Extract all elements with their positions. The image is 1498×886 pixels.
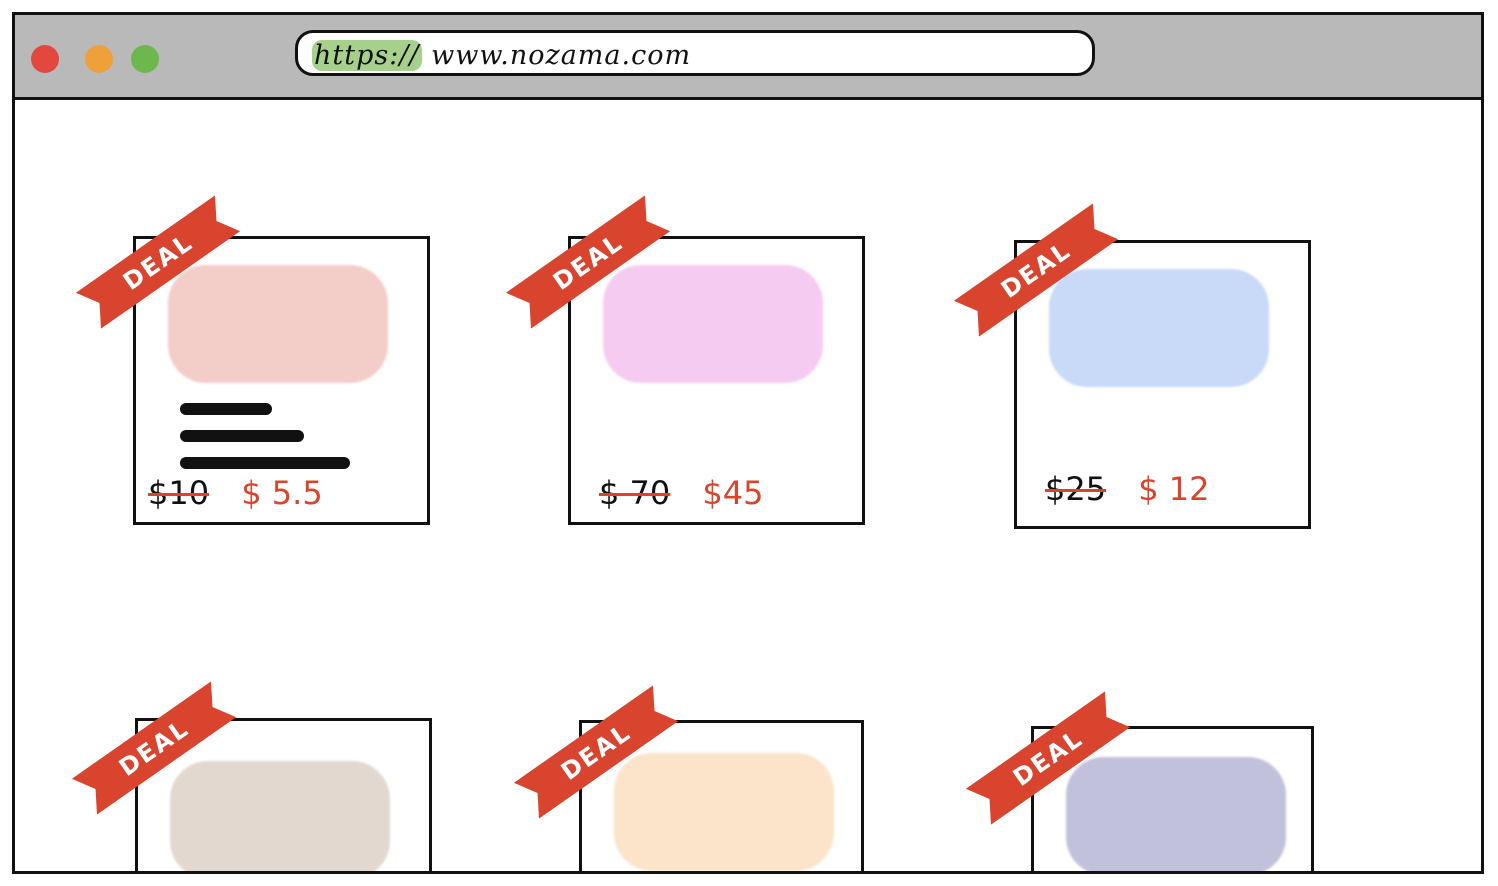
- old-price: $ 70: [599, 474, 671, 512]
- url-domain: www.nozama.com: [431, 40, 692, 71]
- close-window-button[interactable]: [31, 45, 59, 73]
- new-price: $ 5.5: [241, 474, 323, 512]
- new-price: $ 12: [1138, 470, 1210, 508]
- product-card[interactable]: $25 $ 12: [1014, 240, 1311, 529]
- maximize-window-button[interactable]: [131, 45, 159, 73]
- url-protocol: https://: [312, 40, 422, 71]
- product-card[interactable]: $10 $ 5.5: [133, 236, 430, 525]
- product-image-placeholder: [614, 753, 834, 871]
- product-image-placeholder: [1049, 269, 1269, 387]
- product-image-placeholder: [1066, 757, 1286, 871]
- new-price: $45: [702, 474, 764, 512]
- url-text: https:// www.nozama.com: [312, 40, 691, 71]
- price-row: $25 $ 12: [1045, 471, 1210, 507]
- old-price: $25: [1045, 470, 1107, 508]
- deals-grid: $10 $ 5.5 $ 70 $45 $25 $ 12 DEAL DEAL DE…: [15, 100, 1481, 871]
- browser-titlebar: https:// www.nozama.com: [15, 15, 1481, 100]
- address-bar[interactable]: https:// www.nozama.com: [295, 30, 1095, 76]
- browser-window: https:// www.nozama.com $10 $ 5.5 $ 70 $…: [12, 12, 1484, 874]
- product-image-placeholder: [603, 265, 823, 383]
- minimize-window-button[interactable]: [85, 45, 113, 73]
- product-image-placeholder: [170, 761, 390, 871]
- old-price: $10: [148, 474, 210, 512]
- product-description-lines: [180, 403, 350, 484]
- product-image-placeholder: [168, 265, 388, 383]
- product-card[interactable]: $ 70 $45: [568, 236, 865, 525]
- price-row: $ 70 $45: [599, 475, 764, 511]
- price-row: $10 $ 5.5: [148, 475, 323, 511]
